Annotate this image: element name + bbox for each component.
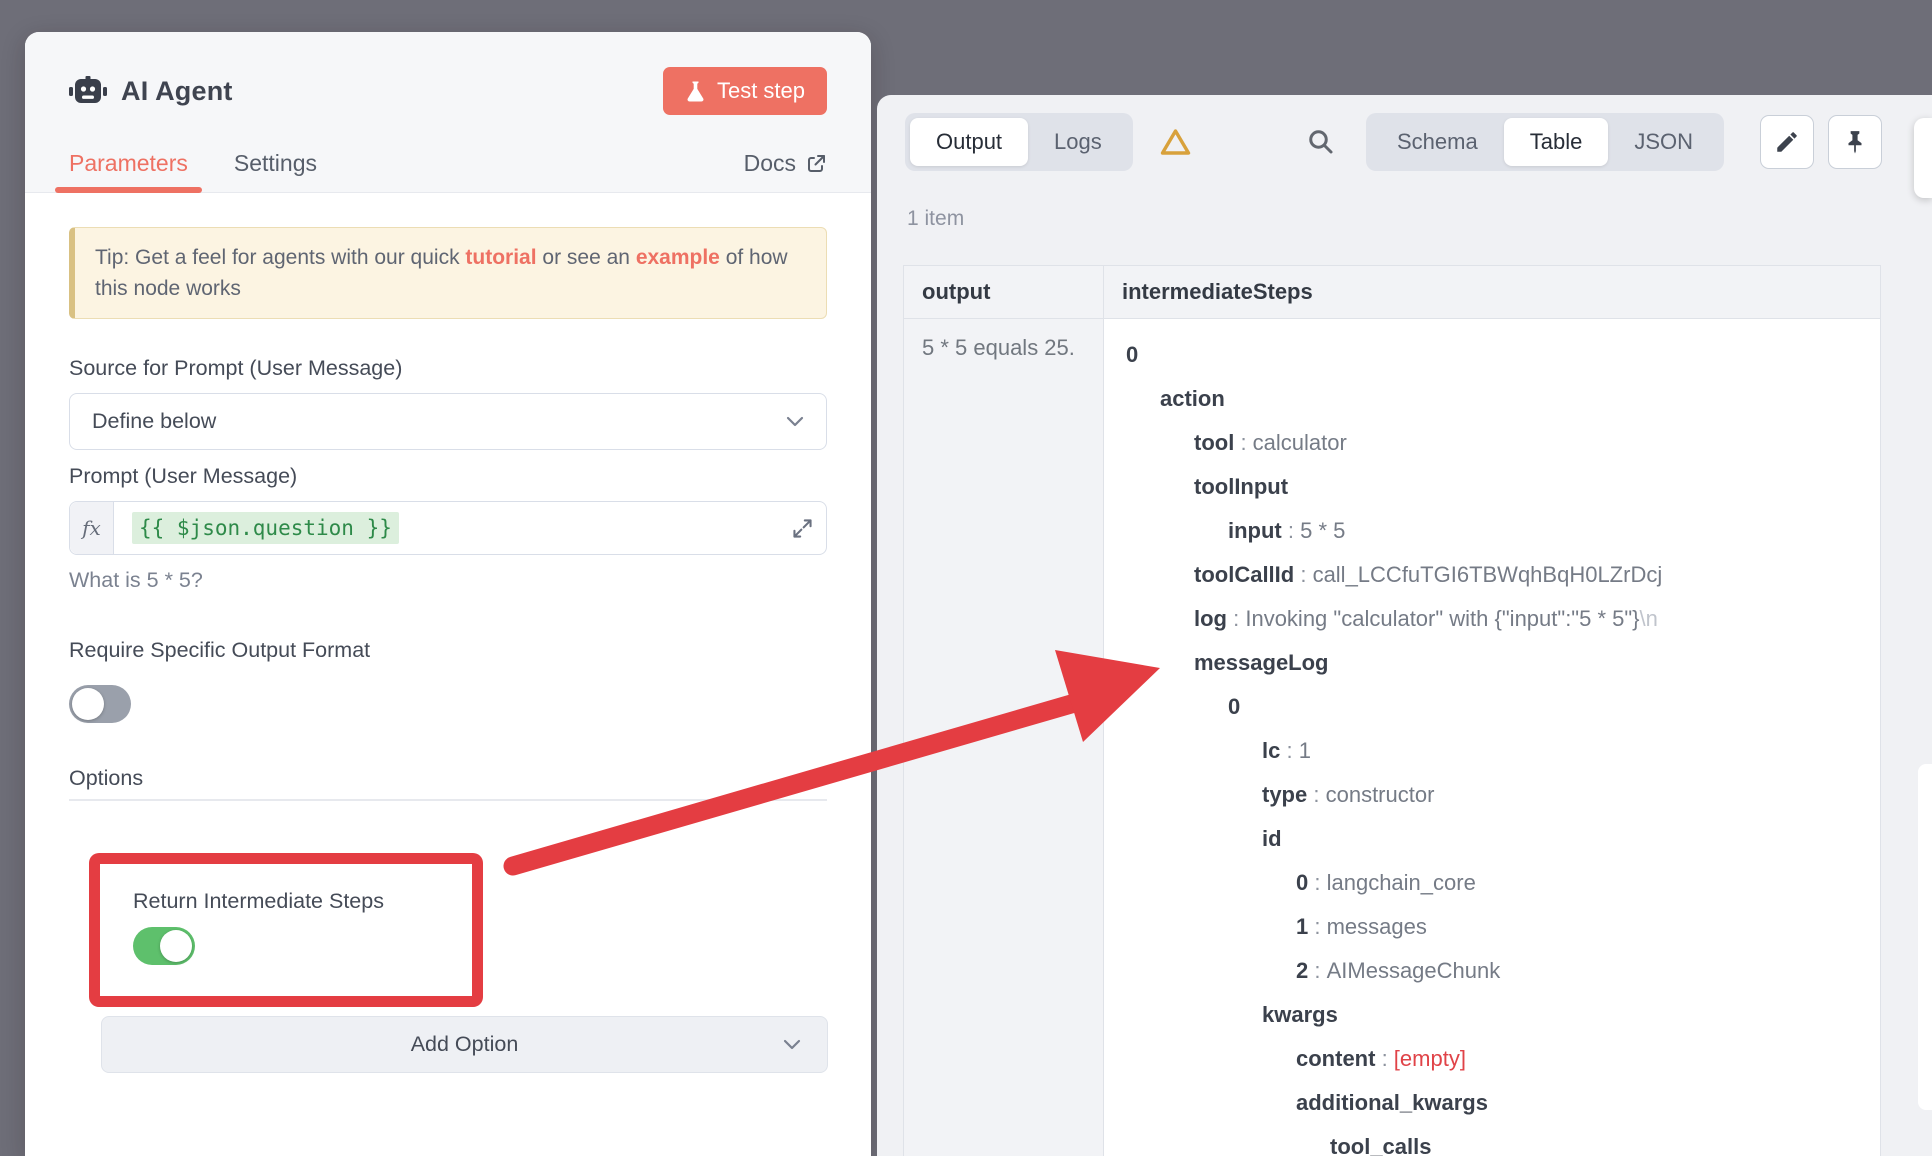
node-settings-panel: AI Agent Test step Parameters Settings D… [25,32,871,1156]
tree-row[interactable]: lc : 1 [1126,729,1880,773]
tree-row[interactable]: toolInput [1126,465,1880,509]
tree-row[interactable]: messageLog [1126,641,1880,685]
search-icon[interactable] [1306,127,1336,157]
column-header-intermediate-steps: intermediateSteps [1104,266,1313,318]
tree-row[interactable]: tool_calls [1126,1125,1880,1156]
flask-icon [685,80,706,103]
output-table: output intermediateSteps 5 * 5 equals 25… [903,265,1881,1156]
docs-link[interactable]: Docs [744,150,827,192]
require-output-format-toggle[interactable] [69,685,131,723]
output-cell: 5 * 5 equals 25. [904,319,1104,1156]
parameters-content: Tip: Get a feel for agents with our quic… [25,227,871,1156]
tree-row[interactable]: tool : calculator [1126,421,1880,465]
external-link-icon [805,153,827,175]
prompt-label: Prompt (User Message) [69,463,827,489]
tree-row[interactable]: log : Invoking "calculator" with {"input… [1126,597,1880,641]
tutorial-link[interactable]: tutorial [465,246,536,269]
output-logs-switch: Output Logs [905,113,1133,171]
tree-row[interactable]: 0 : langchain_core [1126,861,1880,905]
pencil-icon [1774,129,1800,155]
fx-badge: fx [70,502,114,554]
cut-panel-edge-mid [1918,764,1932,1110]
tree-row[interactable]: input : 5 * 5 [1126,509,1880,553]
expand-expression-icon[interactable] [791,517,814,540]
tab-parameters[interactable]: Parameters [69,150,188,192]
view-json[interactable]: JSON [1608,118,1719,166]
tree-row[interactable]: toolCallId : call_LCCfuTGI6TBWqhBqH0LZrD… [1126,553,1880,597]
node-title: AI Agent [69,76,233,107]
pin-data-button[interactable] [1828,115,1882,169]
require-output-format-label: Require Specific Output Format [69,637,827,663]
test-step-button[interactable]: Test step [663,67,827,115]
view-table[interactable]: Table [1504,118,1609,166]
output-panel: Output Logs Schema Table JSON [877,95,1932,1156]
tree-row[interactable]: action [1126,377,1880,421]
node-settings-header: AI Agent Test step Parameters Settings D… [25,32,871,193]
tree-row[interactable]: id [1126,817,1880,861]
tree-row[interactable]: content : [empty] [1126,1037,1880,1081]
settings-tabs: Parameters Settings Docs [69,142,827,192]
options-label: Options [69,765,827,791]
tab-logs[interactable]: Logs [1028,118,1128,166]
page-title: AI Agent [121,76,233,107]
tree: 0actiontool : calculatortoolInputinput :… [1104,319,1880,1156]
source-prompt-select[interactable]: Define below [69,393,827,450]
source-prompt-label: Source for Prompt (User Message) [69,355,827,381]
return-intermediate-steps-toggle[interactable] [133,927,195,965]
options-divider [69,799,827,801]
cut-panel-edge-top [1914,118,1932,198]
chevron-down-icon [783,1039,801,1050]
tree-row[interactable]: type : constructor [1126,773,1880,817]
add-option-select[interactable]: Add Option [101,1016,828,1073]
table-header-row: output intermediateSteps [904,266,1880,319]
view-schema[interactable]: Schema [1371,118,1504,166]
column-header-output: output [904,266,1104,318]
expression-value[interactable]: {{ $json.question }} [132,512,399,544]
tab-settings[interactable]: Settings [234,150,317,192]
prompt-expression-field[interactable]: fx {{ $json.question }} [69,501,827,555]
chevron-down-icon [786,416,804,427]
table-row: 5 * 5 equals 25. 0actiontool : calculato… [904,319,1880,1156]
items-count: 1 item [907,207,964,231]
pin-icon [1842,129,1868,155]
tab-output[interactable]: Output [910,118,1028,166]
annotation-highlight-box: Return Intermediate Steps [89,853,483,1007]
tree-row[interactable]: kwargs [1126,993,1880,1037]
robot-icon [69,76,107,106]
edit-output-button[interactable] [1760,115,1814,169]
tree-row[interactable]: 0 [1126,685,1880,729]
view-mode-switch: Schema Table JSON [1366,113,1724,171]
example-link[interactable]: example [636,246,720,269]
tree-row[interactable]: 0 [1126,333,1880,377]
tip-banner: Tip: Get a feel for agents with our quic… [69,227,827,319]
tree-row[interactable]: additional_kwargs [1126,1081,1880,1125]
return-intermediate-steps-label: Return Intermediate Steps [133,888,472,914]
output-toolbar: Output Logs Schema Table JSON [905,113,1882,171]
warning-icon[interactable] [1159,127,1192,157]
tree-row[interactable]: 1 : messages [1126,905,1880,949]
expression-preview: What is 5 * 5? [69,567,827,593]
tree-row[interactable]: 2 : AIMessageChunk [1126,949,1880,993]
